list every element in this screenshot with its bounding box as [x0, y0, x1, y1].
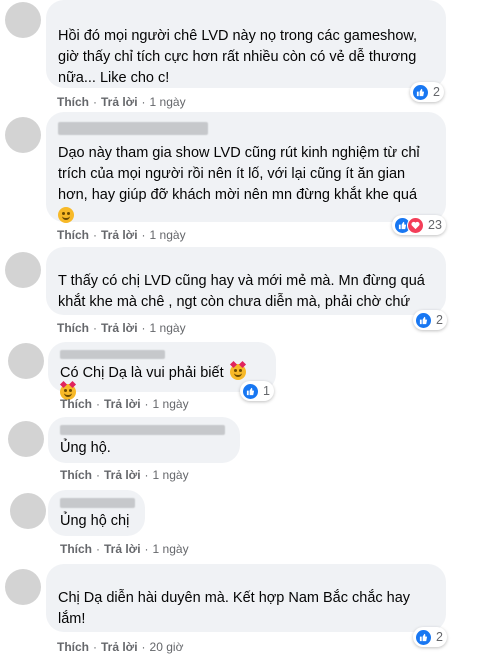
- separator: ·: [141, 95, 146, 109]
- comment-text: Dạo này tham gia show LVD cũng rút kinh …: [58, 143, 430, 227]
- reaction-summary[interactable]: 2: [410, 82, 444, 102]
- like-action[interactable]: Thích: [60, 468, 92, 482]
- like-action[interactable]: Thích: [60, 397, 92, 411]
- separator: ·: [96, 542, 100, 556]
- avatar[interactable]: [5, 252, 41, 288]
- like-icon: [412, 83, 429, 101]
- reaction-summary[interactable]: 2: [413, 627, 447, 647]
- timestamp[interactable]: 20 giờ: [150, 640, 184, 654]
- separator: ·: [96, 397, 100, 411]
- timestamp[interactable]: 1 ngày: [150, 321, 186, 335]
- comment-text: Ủng hộ.: [60, 440, 111, 456]
- reply-action[interactable]: Trả lời: [104, 468, 141, 482]
- comment-text: Chị Dạ diễn hài duyên mà. Kết hợp Nam Bắ…: [58, 590, 411, 627]
- like-action[interactable]: Thích: [57, 321, 89, 335]
- reaction-count: 1: [263, 384, 270, 398]
- comment-actions: Thích · Trả lời · 1 ngày: [60, 542, 189, 556]
- comment-text: Ủng hộ chị: [60, 513, 130, 529]
- timestamp[interactable]: 1 ngày: [153, 542, 189, 556]
- comment-text: T thấy có chị LVD cũng hay và mới mẻ mà.…: [58, 273, 425, 310]
- commenter-name[interactable]: [58, 122, 208, 135]
- avatar[interactable]: [8, 343, 44, 379]
- reply-action[interactable]: Trả lời: [101, 228, 138, 242]
- separator: ·: [93, 228, 97, 242]
- reply-action[interactable]: Trả lời: [101, 321, 138, 335]
- reply-action[interactable]: Trả lời: [104, 542, 141, 556]
- comment-bubble: Ủng hộ chị: [48, 490, 145, 536]
- like-action[interactable]: Thích: [57, 640, 89, 654]
- comment-bubble: Ủng hộ.: [48, 417, 240, 463]
- like-icon: [242, 382, 259, 400]
- avatar[interactable]: [5, 2, 41, 38]
- commenter-name[interactable]: [60, 498, 135, 508]
- reaction-summary[interactable]: 23: [392, 215, 446, 235]
- comment-bubble: Hồi đó mọi người chê LVD này nọ trong cá…: [46, 0, 446, 88]
- separator: ·: [144, 542, 149, 556]
- reaction-count: 2: [436, 630, 443, 644]
- comment-actions: Thích · Trả lời · 1 ngày: [60, 468, 189, 482]
- comment-bubble: Chị Dạ diễn hài duyên mà. Kết hợp Nam Bắ…: [46, 564, 446, 632]
- avatar[interactable]: [5, 117, 41, 153]
- separator: ·: [144, 397, 149, 411]
- comment-bubble: Dạo này tham gia show LVD cũng rút kinh …: [46, 112, 446, 223]
- heart-eyes-emoji-icon: [229, 360, 246, 380]
- separator: ·: [93, 95, 97, 109]
- separator: ·: [141, 228, 146, 242]
- reaction-count: 2: [433, 85, 440, 99]
- like-action[interactable]: Thích: [60, 542, 92, 556]
- reaction-count: 2: [436, 313, 443, 327]
- separator: ·: [141, 321, 146, 335]
- like-action[interactable]: Thích: [57, 228, 89, 242]
- reply-action[interactable]: Trả lời: [101, 640, 138, 654]
- commenter-name[interactable]: [60, 425, 225, 435]
- timestamp[interactable]: 1 ngày: [153, 397, 189, 411]
- separator: ·: [96, 468, 100, 482]
- reply-action[interactable]: Trả lời: [101, 95, 138, 109]
- comment-actions: Thích · Trả lời · 20 giờ: [57, 640, 183, 654]
- comment-actions: Thích · Trả lời · 1 ngày: [60, 397, 189, 411]
- reply-action[interactable]: Trả lời: [104, 397, 141, 411]
- avatar[interactable]: [5, 569, 41, 605]
- avatar[interactable]: [10, 493, 46, 529]
- reaction-summary[interactable]: 2: [413, 310, 447, 330]
- comment-actions: Thích · Trả lời · 1 ngày: [57, 321, 186, 335]
- timestamp[interactable]: 1 ngày: [153, 468, 189, 482]
- avatar[interactable]: [8, 421, 44, 457]
- separator: ·: [141, 640, 146, 654]
- separator: ·: [93, 640, 97, 654]
- separator: ·: [93, 321, 97, 335]
- timestamp[interactable]: 1 ngày: [150, 228, 186, 242]
- comment-text: Hồi đó mọi người chê LVD này nọ trong cá…: [58, 28, 418, 86]
- like-icon: [415, 311, 432, 329]
- comment-text-content: Có Chị Dạ là vui phải biết: [60, 365, 224, 381]
- comment-text-content: Dạo này tham gia show LVD cũng rút kinh …: [58, 145, 420, 203]
- comment-actions: Thích · Trả lời · 1 ngày: [57, 95, 186, 109]
- reaction-count: 23: [428, 218, 442, 232]
- commenter-name[interactable]: [60, 350, 165, 359]
- like-action[interactable]: Thích: [57, 95, 89, 109]
- comment-bubble: T thấy có chị LVD cũng hay và mới mẻ mà.…: [46, 247, 446, 315]
- comment-actions: Thích · Trả lời · 1 ngày: [57, 228, 186, 242]
- like-icon: [415, 628, 432, 646]
- timestamp[interactable]: 1 ngày: [150, 95, 186, 109]
- separator: ·: [144, 468, 149, 482]
- reaction-summary[interactable]: 1: [240, 381, 274, 401]
- love-icon: [407, 216, 424, 234]
- smiling-face-icon: [58, 207, 74, 223]
